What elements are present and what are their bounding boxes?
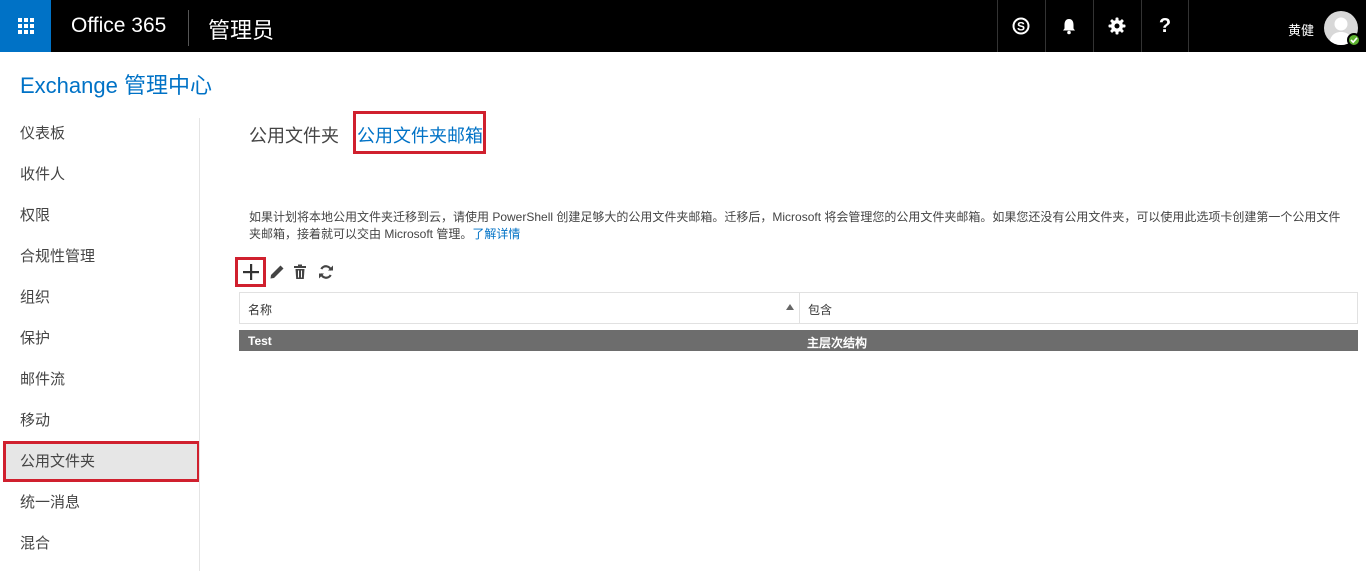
help-icon: ? bbox=[1158, 14, 1172, 37]
user-name[interactable]: 黄健 bbox=[1288, 20, 1314, 39]
delete-button[interactable] bbox=[287, 257, 313, 287]
notifications-button[interactable] bbox=[1045, 0, 1092, 52]
brand-title[interactable]: Office 365 bbox=[71, 14, 166, 38]
description-body: 如果计划将本地公用文件夹迁移到云，请使用 PowerShell 创建足够大的公用… bbox=[249, 210, 1341, 241]
gear-icon bbox=[1108, 17, 1126, 35]
add-icon bbox=[242, 264, 259, 280]
topbar-divider bbox=[1188, 0, 1189, 52]
refresh-button[interactable] bbox=[313, 257, 339, 287]
edit-icon bbox=[270, 265, 284, 279]
sidebar-item-public-folders[interactable]: 公用文件夹 bbox=[3, 441, 200, 482]
refresh-icon bbox=[319, 265, 333, 279]
column-header-name[interactable]: 名称 bbox=[248, 301, 272, 318]
app-launcher-button[interactable] bbox=[0, 0, 51, 52]
skype-button[interactable]: S bbox=[997, 0, 1044, 52]
sidebar-divider bbox=[199, 118, 200, 571]
delete-icon bbox=[294, 264, 306, 279]
sidebar-item-hybrid[interactable]: 混合 bbox=[0, 523, 200, 564]
sidebar-item-compliance[interactable]: 合规性管理 bbox=[0, 236, 200, 277]
sidebar-item-unified-messaging[interactable]: 统一消息 bbox=[0, 482, 200, 523]
sidebar-item-recipients[interactable]: 收件人 bbox=[0, 154, 200, 195]
column-header-contains[interactable]: 包含 bbox=[808, 301, 832, 318]
tab-highlight-box bbox=[353, 111, 486, 154]
page-title: Exchange 管理中心 bbox=[20, 73, 212, 98]
sidebar-item-mail-flow[interactable]: 邮件流 bbox=[0, 359, 200, 400]
sidebar-item-organization[interactable]: 组织 bbox=[0, 277, 200, 318]
settings-button[interactable] bbox=[1093, 0, 1140, 52]
column-separator bbox=[799, 293, 800, 323]
presence-status-icon bbox=[1347, 33, 1361, 47]
sidebar-nav: 仪表板 收件人 权限 合规性管理 组织 保护 邮件流 移动 公用文件夹 统一消息… bbox=[0, 113, 200, 564]
help-button[interactable]: ? bbox=[1141, 0, 1188, 52]
sort-ascending-icon[interactable] bbox=[786, 304, 794, 310]
tab-public-folders[interactable]: 公用文件夹 bbox=[249, 122, 339, 148]
sidebar-item-mobile[interactable]: 移动 bbox=[0, 400, 200, 441]
add-button[interactable] bbox=[235, 257, 266, 287]
description-text: 如果计划将本地公用文件夹迁移到云，请使用 PowerShell 创建足够大的公用… bbox=[249, 209, 1349, 243]
sidebar-item-dashboard[interactable]: 仪表板 bbox=[0, 113, 200, 154]
sidebar-item-permissions[interactable]: 权限 bbox=[0, 195, 200, 236]
waffle-icon bbox=[17, 18, 34, 34]
row-contains-cell: 主层次结构 bbox=[807, 336, 868, 350]
table-header: 名称 包含 bbox=[239, 292, 1358, 324]
brand-divider bbox=[188, 10, 189, 46]
bell-icon bbox=[1063, 19, 1075, 35]
skype-icon: S bbox=[1012, 17, 1030, 35]
row-name-cell: Test bbox=[248, 334, 272, 348]
table-row[interactable]: Test 主层次结构 bbox=[239, 330, 1358, 351]
svg-text:S: S bbox=[1017, 20, 1025, 34]
top-bar: Office 365 管理员 S ? 黄健 bbox=[0, 0, 1366, 52]
app-name: 管理员 bbox=[208, 18, 275, 43]
learn-more-link[interactable]: 了解详情 bbox=[472, 227, 520, 241]
sidebar-item-protection[interactable]: 保护 bbox=[0, 318, 200, 359]
